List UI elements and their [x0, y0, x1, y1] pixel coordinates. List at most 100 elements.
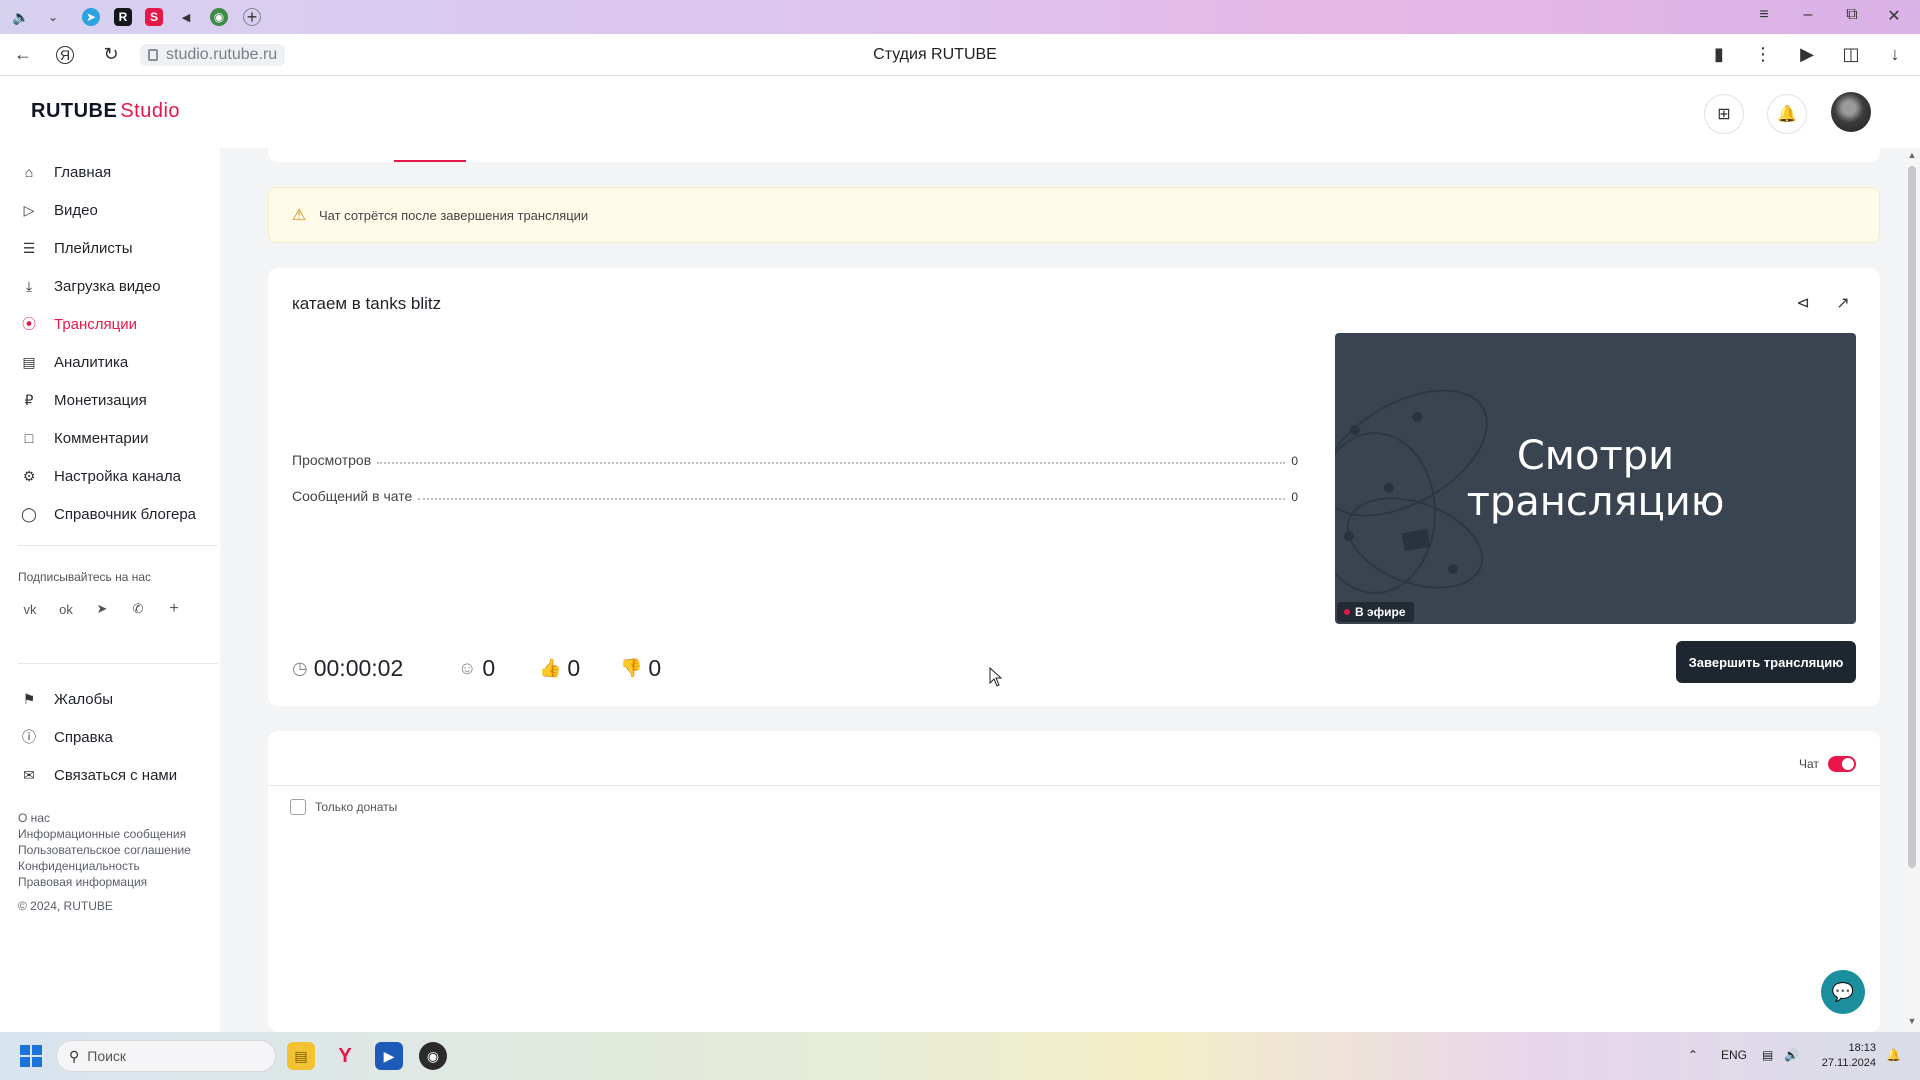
taskbar: ⚲ Поиск ▤ Y ▶ ◉ ⌃ ENG ▤ 🔊 18:13 27.11.20… — [0, 1032, 1920, 1080]
search-icon: ⚲ — [69, 1047, 80, 1064]
globe-tab-icon[interactable]: ◉ — [210, 8, 228, 26]
network-icon[interactable]: ▤ — [1762, 1048, 1773, 1062]
flag-icon: ⚑ — [22, 690, 36, 707]
stream-preview[interactable]: Смотри трансляцию В эфире — [1335, 333, 1856, 624]
plus-icon[interactable]: + — [162, 597, 186, 621]
app-icon-blue[interactable]: ▶ — [375, 1042, 403, 1070]
preview-text-line2: трансляцию — [1466, 479, 1725, 525]
file-explorer-icon[interactable]: ▤ — [287, 1042, 315, 1070]
language-indicator[interactable]: ENG — [1721, 1048, 1747, 1062]
page-scrollbar[interactable]: ▲ ▼ — [1904, 148, 1920, 1032]
duration-metric: ◷ 00:00:02 — [292, 654, 403, 682]
footer-link-info[interactable]: Информационные сообщения — [18, 827, 186, 841]
clock-icon: ◷ — [292, 657, 308, 678]
thumbs-down-icon: 👎 — [620, 657, 643, 678]
viber-icon[interactable]: ✆ — [126, 597, 150, 621]
notification-bell-icon[interactable]: 🔔 — [1886, 1048, 1901, 1062]
browser-page-title: Студия RUTUBE — [873, 46, 997, 63]
sidebar-item-comments[interactable]: □ Комментарии — [20, 426, 149, 450]
external-link-icon[interactable]: ↗ — [1832, 292, 1854, 314]
sidebar-item-contact[interactable]: ✉ Связаться с нами — [20, 763, 177, 787]
bookmark-icon[interactable]: ▮ — [1708, 44, 1730, 65]
avatar[interactable] — [1831, 92, 1871, 132]
search-placeholder: Поиск — [87, 1048, 127, 1064]
support-chat-button[interactable]: 💬 — [1821, 970, 1865, 1014]
thumbs-up-icon: 👍 — [539, 657, 562, 678]
sidebar-item-home[interactable]: ⌂ Главная — [20, 160, 111, 184]
scroll-thumb[interactable] — [1908, 166, 1916, 868]
book-icon: ◯ — [21, 505, 37, 522]
dotted-leader — [418, 498, 1286, 500]
viewers-value: 0 — [482, 654, 496, 681]
footer-link-about[interactable]: О нас — [18, 811, 50, 825]
close-icon[interactable]: ✕ — [1882, 6, 1906, 26]
dislikes-metric: 👎 0 — [620, 654, 661, 682]
studio-tab-icon[interactable]: S — [145, 8, 163, 26]
scroll-down-icon[interactable]: ▼ — [1904, 1016, 1920, 1026]
viewers-metric: ☺ 0 — [458, 654, 495, 682]
chevron-down-icon[interactable]: ⌄ — [44, 8, 62, 26]
mail-icon: ✉ — [23, 766, 35, 783]
menu-icon[interactable]: ≡ — [1752, 6, 1776, 24]
sidebar-item-channel-settings[interactable]: ⚙ Настройка канала — [20, 464, 181, 488]
add-content-button[interactable]: ⊞ — [1704, 94, 1744, 134]
tray-chevron-icon[interactable]: ⌃ — [1688, 1048, 1698, 1062]
bell-icon: 🔔 — [1777, 106, 1797, 123]
collections-icon[interactable]: ◫ — [1840, 44, 1862, 65]
footer-link-legal[interactable]: Правовая информация — [18, 875, 147, 889]
upload-icon: ⤓ — [25, 277, 33, 294]
sidebar-item-playlists[interactable]: ☰ Плейлисты — [20, 236, 133, 260]
chat-toggle[interactable] — [1828, 756, 1856, 772]
speaker-icon[interactable]: 🔈 — [12, 8, 30, 26]
scroll-up-icon[interactable]: ▲ — [1904, 150, 1920, 160]
sidebar-item-broadcasts[interactable]: ⦿ Трансляции — [20, 312, 137, 336]
sidebar-divider — [18, 663, 218, 664]
plus-square-icon: ⊞ — [1717, 106, 1731, 123]
more-icon[interactable]: ⋮ — [1752, 44, 1774, 65]
taskbar-search[interactable]: ⚲ Поиск — [56, 1040, 276, 1072]
sidebar-item-label: Главная — [54, 163, 112, 181]
time: 18:13 — [1848, 1042, 1876, 1054]
alert-text: Чат сотрётся после завершения трансляции — [319, 207, 589, 223]
vk-icon[interactable]: vk — [18, 597, 42, 621]
comment-icon: □ — [24, 430, 34, 446]
yandex-browser-icon[interactable]: Y — [331, 1042, 359, 1070]
share-icon[interactable]: ⊲ — [1792, 292, 1814, 314]
sidebar-item-label: Жалобы — [54, 690, 113, 708]
sidebar-item-analytics[interactable]: ▤ Аналитика — [20, 350, 128, 374]
clock[interactable]: 18:13 27.11.2024 — [1812, 1041, 1876, 1071]
obs-icon[interactable]: ◉ — [419, 1042, 447, 1070]
active-tab-indicator — [394, 160, 466, 162]
end-stream-button[interactable]: Завершить трансляцию — [1676, 641, 1856, 683]
stat-views: Просмотров 0 — [292, 450, 1298, 468]
tab-strip — [268, 148, 1880, 162]
ok-icon[interactable]: ok — [54, 597, 78, 621]
sidebar-item-blogger-guide[interactable]: ◯ Справочник блогера — [20, 502, 196, 526]
r-tab-icon[interactable]: R — [114, 8, 132, 26]
sidebar-item-monetization[interactable]: ₽ Монетизация — [20, 388, 147, 412]
restore-icon[interactable]: ⧉ — [1840, 6, 1864, 24]
address-bar: ← Я ↻ studio.rutube.ru Студия RUTUBE ▮ ⋮… — [0, 34, 1920, 76]
preview-text-line1: Смотри — [1516, 433, 1675, 479]
windows-start-icon[interactable] — [20, 1045, 42, 1067]
rutube-studio-logo[interactable]: RUTUBE Studio — [31, 100, 180, 123]
donations-only-checkbox[interactable] — [290, 799, 306, 815]
sidebar-item-complaints[interactable]: ⚑ Жалобы — [20, 687, 113, 711]
sidebar-divider — [18, 545, 218, 546]
footer-link-terms[interactable]: Пользовательское соглашение — [18, 843, 191, 857]
mute-icon[interactable]: ◀ — [177, 8, 195, 26]
telegram-tab-icon[interactable]: ➤ — [82, 8, 100, 26]
minimize-icon[interactable]: – — [1796, 6, 1820, 24]
stream-title: катаем в tanks blitz — [292, 294, 442, 313]
new-tab-icon[interactable]: + — [243, 7, 261, 27]
notifications-button[interactable]: 🔔 — [1767, 94, 1807, 134]
download-icon[interactable]: ↓ — [1884, 44, 1906, 65]
media-icon[interactable]: ▶ — [1796, 44, 1818, 65]
sidebar-item-help[interactable]: ⓘ Справка — [20, 725, 113, 749]
sidebar-item-upload[interactable]: ⤓ Загрузка видео — [20, 274, 161, 298]
live-badge: В эфире — [1337, 602, 1414, 622]
footer-link-privacy[interactable]: Конфиденциальность — [18, 859, 140, 873]
volume-icon[interactable]: 🔊 — [1784, 1048, 1799, 1062]
telegram-icon[interactable]: ➤ — [90, 597, 114, 621]
sidebar-item-video[interactable]: ▷ Видео — [20, 198, 98, 222]
